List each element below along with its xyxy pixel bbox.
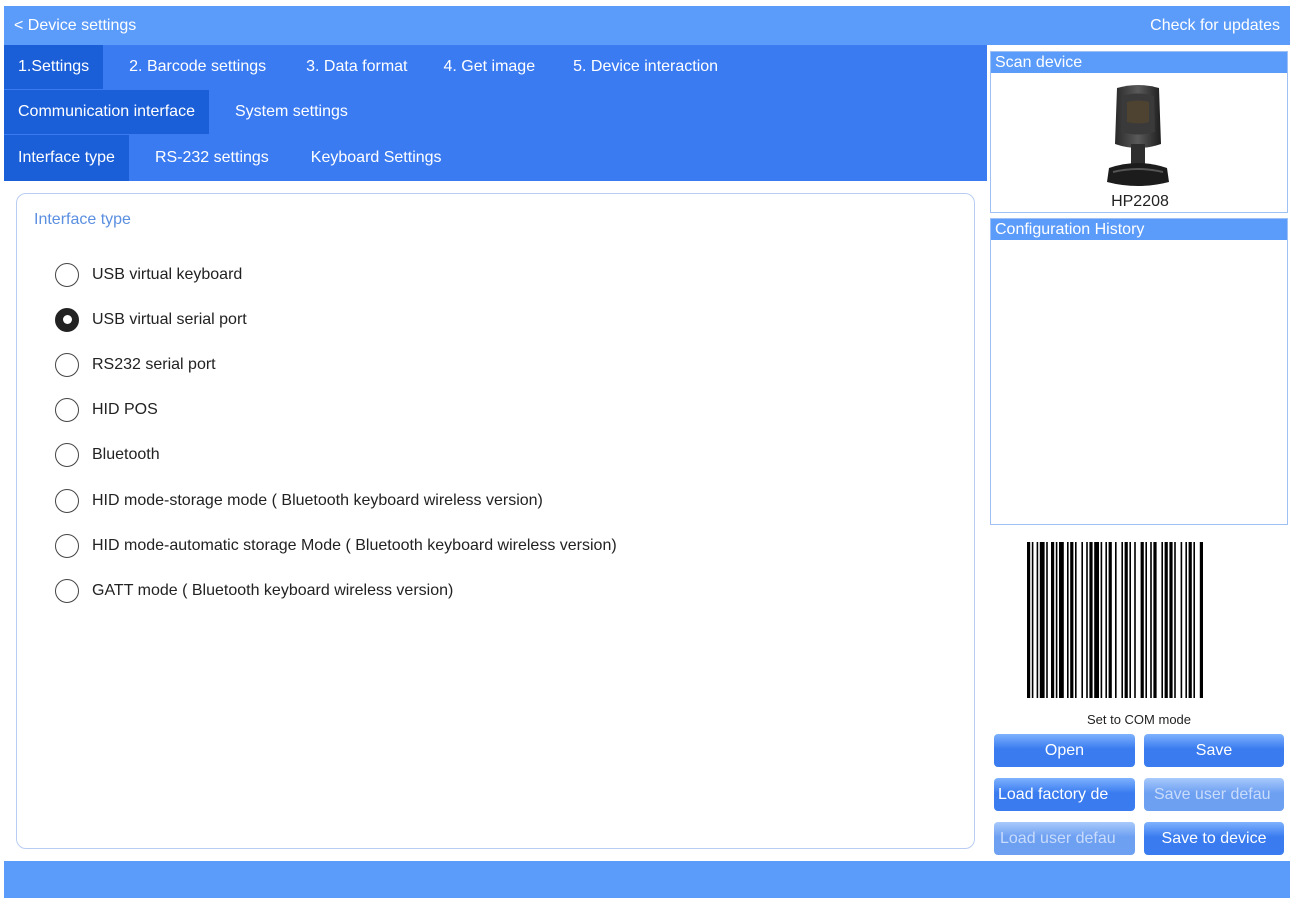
tab-data-format[interactable]: 3. Data format (286, 45, 427, 89)
radio-unchecked-icon[interactable] (55, 578, 79, 603)
load-user-defaults-button[interactable]: Load user defau (994, 822, 1135, 855)
tab-system-settings[interactable]: System settings (209, 90, 362, 134)
tab-barcode-settings[interactable]: 2. Barcode settings (103, 45, 286, 89)
configuration-history-title: Configuration History (991, 219, 1287, 240)
option-gatt-mode[interactable]: GATT mode ( Bluetooth keyboard wireless … (55, 568, 617, 613)
scan-device-title: Scan device (991, 52, 1287, 73)
tab-device-interaction[interactable]: 5. Device interaction (555, 45, 732, 89)
radio-unchecked-icon[interactable] (55, 533, 79, 558)
scan-device-panel: Scan device HP2208 (990, 51, 1288, 213)
radio-unchecked-icon[interactable] (55, 262, 79, 287)
option-hid-storage-mode[interactable]: HID mode-storage mode ( Bluetooth keyboa… (55, 478, 617, 523)
main-tab-row: 1.Settings 2. Barcode settings 3. Data f… (4, 45, 732, 89)
navigation-panel: 1.Settings 2. Barcode settings 3. Data f… (4, 45, 987, 181)
option-rs232-serial-port[interactable]: RS232 serial port (55, 342, 617, 387)
section-title: Interface type (34, 211, 131, 228)
check-updates-link[interactable]: Check for updates (1150, 17, 1280, 35)
open-button[interactable]: Open (994, 734, 1135, 767)
status-bar (4, 861, 1290, 898)
option-bluetooth[interactable]: Bluetooth (55, 433, 617, 478)
barcode-caption: Set to COM mode (1086, 712, 1192, 727)
radio-unchecked-icon[interactable] (55, 488, 79, 513)
device-name: HP2208 (1111, 193, 1169, 210)
tab-keyboard-settings[interactable]: Keyboard Settings (291, 135, 456, 181)
radio-checked-icon[interactable] (55, 307, 79, 332)
save-button[interactable]: Save (1144, 734, 1284, 767)
option-hid-pos[interactable]: HID POS (55, 388, 617, 433)
tab-rs232-settings[interactable]: RS-232 settings (129, 135, 291, 181)
option-usb-virtual-serial-port[interactable]: USB virtual serial port (55, 297, 617, 342)
save-to-device-button[interactable]: Save to device (1144, 822, 1284, 855)
tab-interface-type[interactable]: Interface type (4, 135, 129, 181)
interface-type-panel: Interface type USB virtual keyboard USB … (16, 193, 975, 849)
tab-get-image[interactable]: 4. Get image (428, 45, 556, 89)
barcode-image (1027, 542, 1203, 698)
save-user-defaults-button[interactable]: Save user defau (1144, 778, 1284, 811)
third-tab-row: Interface type RS-232 settings Keyboard … (4, 135, 456, 181)
radio-unchecked-icon[interactable] (55, 398, 79, 423)
sub-tab-row: Communication interface System settings (4, 90, 362, 134)
load-factory-defaults-button[interactable]: Load factory de (994, 778, 1135, 811)
app-window: < Device settings Check for updates 1.Se… (0, 0, 1290, 898)
tab-communication-interface[interactable]: Communication interface (4, 90, 209, 134)
title-bar: < Device settings Check for updates (4, 6, 1290, 45)
option-usb-virtual-keyboard[interactable]: USB virtual keyboard (55, 252, 617, 297)
configuration-history-panel: Configuration History (990, 218, 1288, 525)
interface-options: USB virtual keyboard USB virtual serial … (55, 252, 617, 614)
option-hid-automatic-storage-mode[interactable]: HID mode-automatic storage Mode ( Blueto… (55, 523, 617, 568)
radio-unchecked-icon[interactable] (55, 352, 79, 377)
tab-settings[interactable]: 1.Settings (4, 45, 104, 89)
barcode-scanner-icon (1107, 85, 1169, 186)
back-link[interactable]: < Device settings (14, 17, 136, 35)
radio-unchecked-icon[interactable] (55, 443, 79, 468)
